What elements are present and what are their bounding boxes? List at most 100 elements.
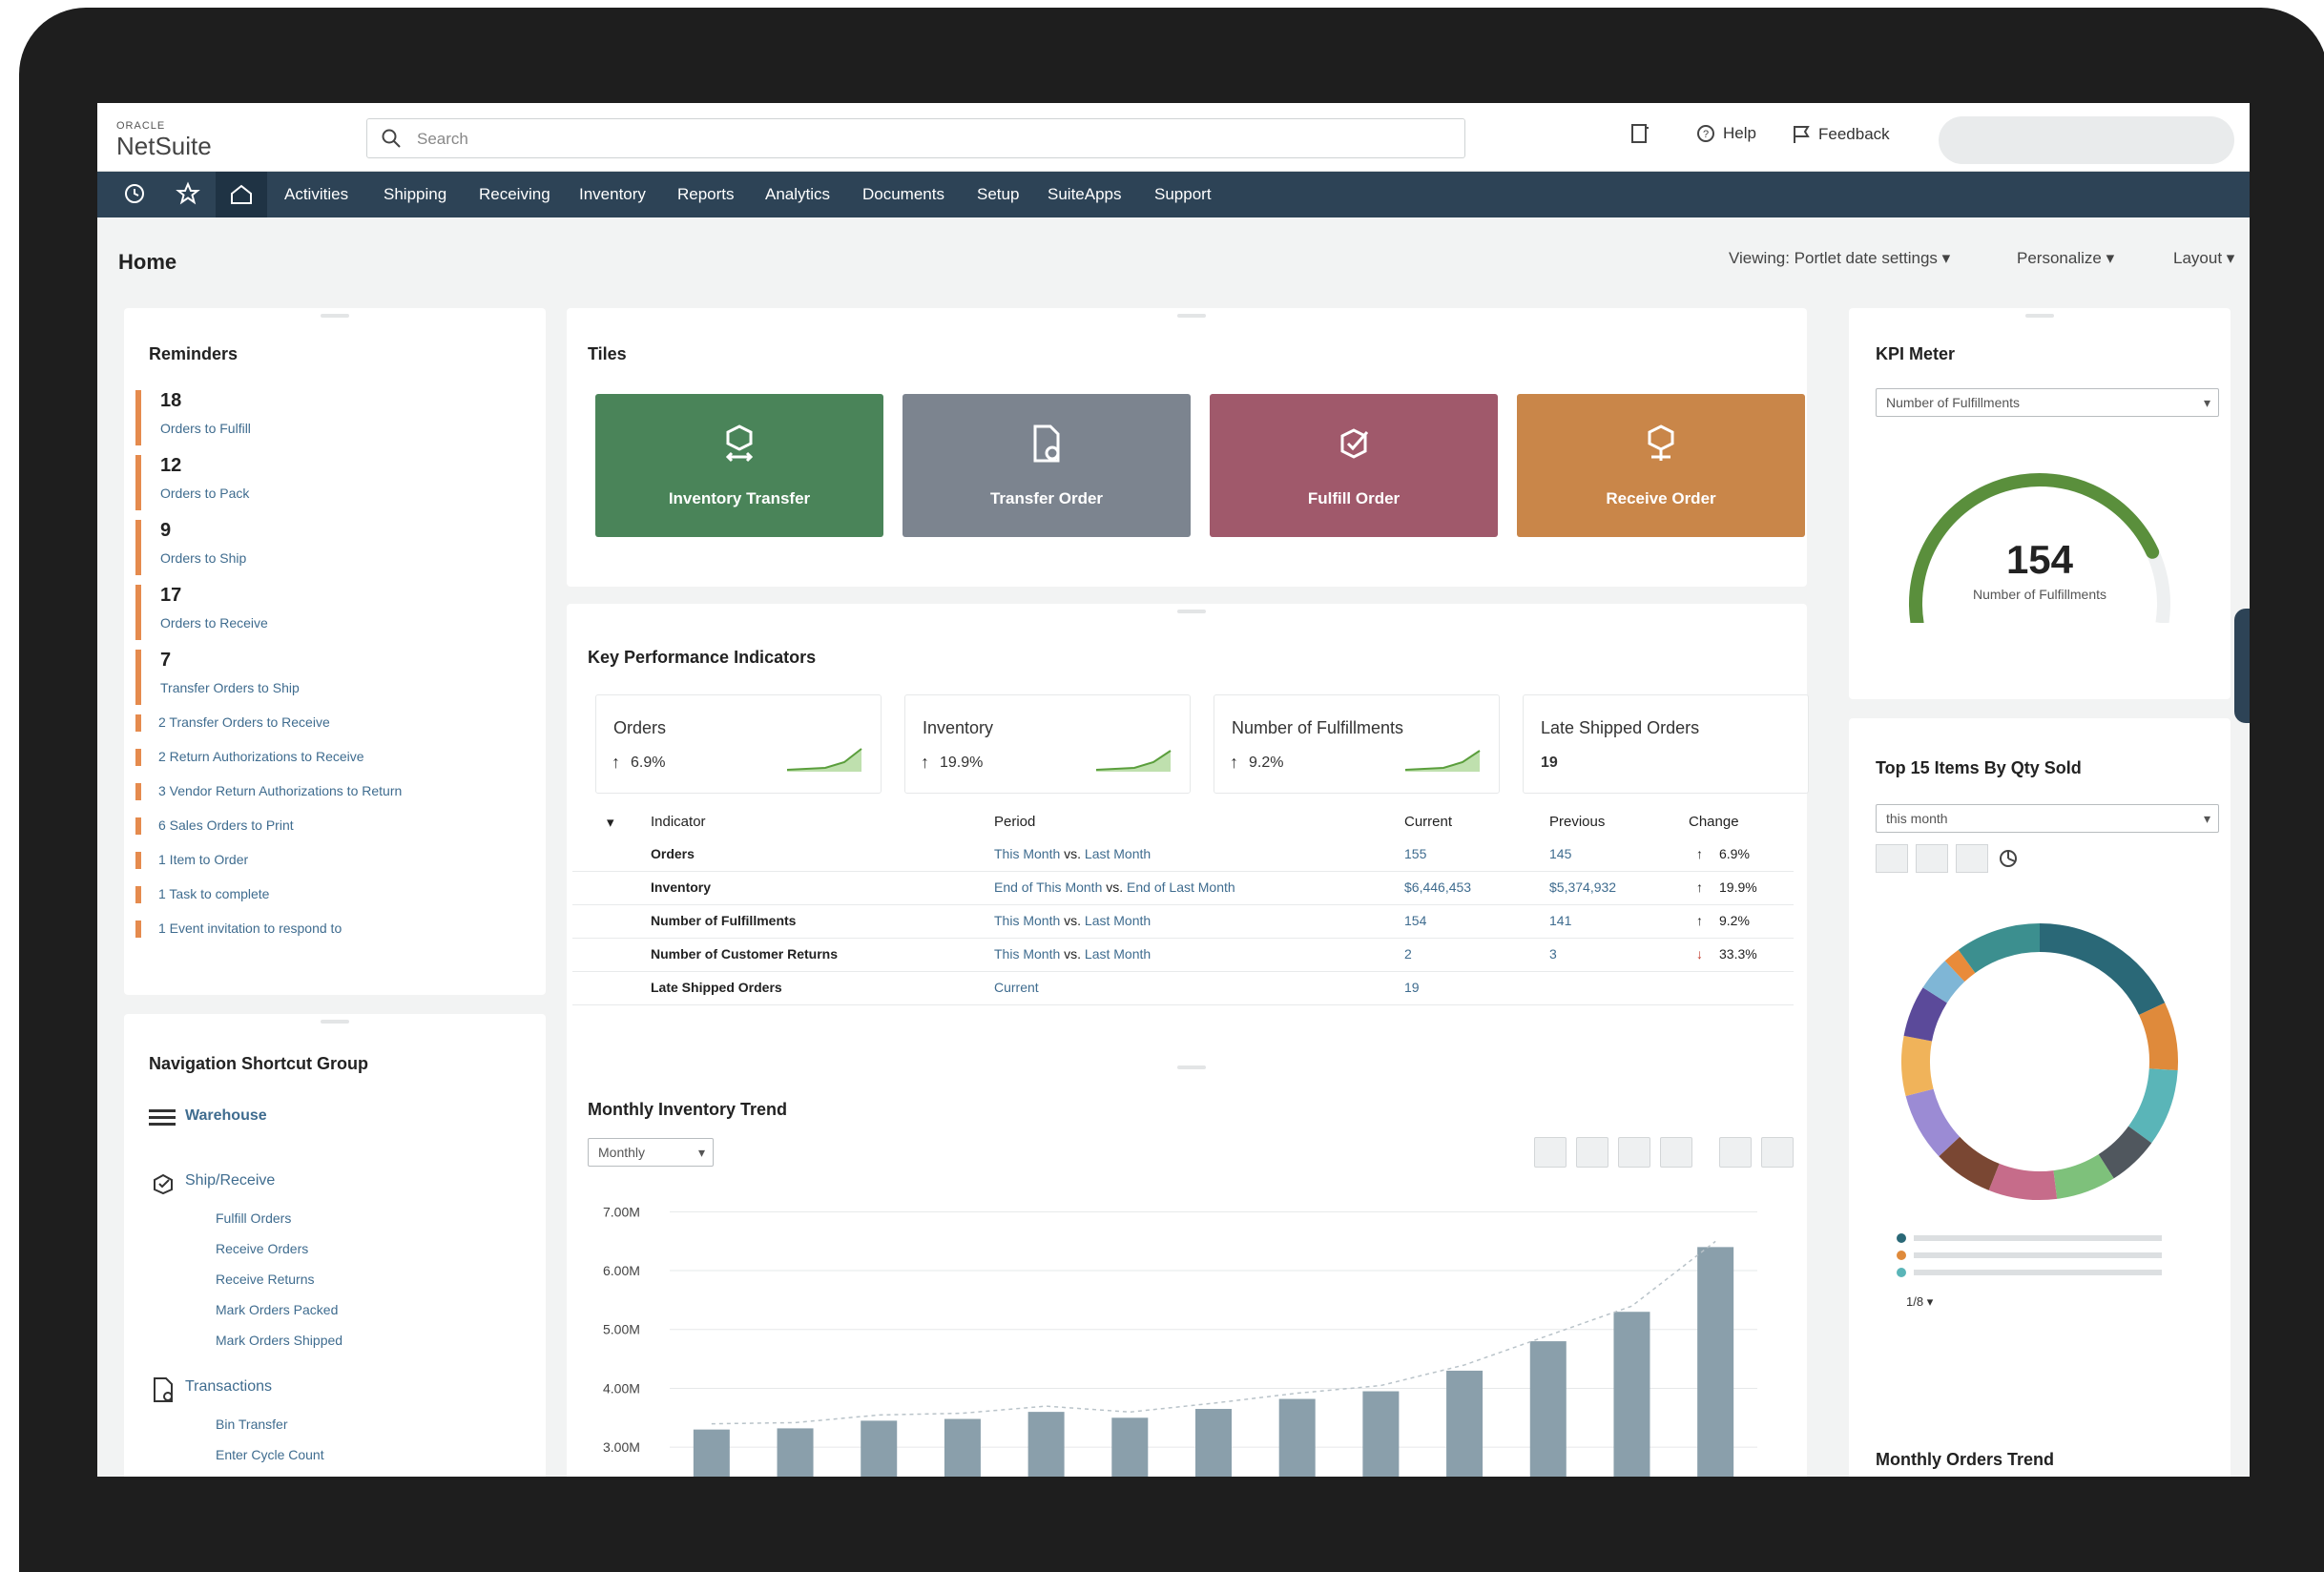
trend-bar[interactable] xyxy=(693,1429,730,1477)
reminder-link[interactable]: 1 Item to Order xyxy=(158,852,248,867)
donut-slice[interactable] xyxy=(1922,961,1965,1003)
period-link[interactable]: This Month xyxy=(994,846,1060,861)
trend-bar[interactable] xyxy=(861,1420,898,1477)
drag-handle[interactable] xyxy=(1177,314,1206,318)
user-menu[interactable] xyxy=(1939,116,2234,164)
chart-type-stacked-button[interactable] xyxy=(1618,1137,1650,1168)
donut-slice[interactable] xyxy=(1905,1088,1961,1157)
warehouse-link[interactable]: Warehouse xyxy=(185,1107,267,1125)
kpi-row-current[interactable]: $6,446,453 xyxy=(1404,879,1471,895)
kpi-row-previous[interactable]: 141 xyxy=(1549,913,1571,928)
nav-setup[interactable]: Setup xyxy=(977,185,1019,204)
nav-shipping[interactable]: Shipping xyxy=(384,185,446,204)
trend-bar[interactable] xyxy=(1529,1341,1567,1477)
nav-suiteapps[interactable]: SuiteApps xyxy=(1048,185,1122,204)
period-link[interactable]: Current xyxy=(994,980,1039,995)
home-tab[interactable] xyxy=(216,172,267,217)
reminder-link[interactable]: 1 Event invitation to respond to xyxy=(158,920,342,936)
kpi-row-current[interactable]: 154 xyxy=(1404,913,1426,928)
viewing-settings-dropdown[interactable]: Viewing: Portlet date settings ▾ xyxy=(1729,249,1950,268)
kpi-row-previous[interactable]: 145 xyxy=(1549,846,1571,861)
favorites-star-icon[interactable] xyxy=(176,181,200,211)
trend-bar[interactable] xyxy=(944,1418,981,1477)
trend-bar[interactable] xyxy=(1195,1409,1232,1477)
reminder-link[interactable]: 1 Task to complete xyxy=(158,886,269,901)
kpi-card-orders[interactable]: Orders ↑ 6.9% xyxy=(595,694,882,794)
trend-bar[interactable] xyxy=(1362,1391,1400,1477)
kpi-row-current[interactable]: 155 xyxy=(1404,846,1426,861)
chart-type-line-button[interactable] xyxy=(1719,1137,1752,1168)
donut-slice[interactable] xyxy=(2098,1126,2152,1179)
trend-bar[interactable] xyxy=(1111,1417,1149,1477)
donut-slice[interactable] xyxy=(1939,1136,2001,1190)
trend-bar[interactable] xyxy=(1697,1247,1734,1477)
tile-inventory-transfer[interactable]: Inventory Transfer xyxy=(595,394,883,537)
chart-type-hbar-button[interactable] xyxy=(1576,1137,1608,1168)
chart-type-stacked-button[interactable] xyxy=(1916,844,1948,873)
nav-documents[interactable]: Documents xyxy=(862,185,944,204)
legend-pager[interactable]: 1/8 ▾ xyxy=(1906,1294,1933,1310)
global-search-input[interactable]: Search xyxy=(366,118,1465,158)
reminder-link[interactable]: Transfer Orders to Ship xyxy=(160,680,300,695)
period-link[interactable]: This Month xyxy=(994,913,1060,928)
shortcut-link[interactable]: Mark Orders Packed xyxy=(216,1302,338,1317)
trend-bar[interactable] xyxy=(1446,1370,1484,1477)
feedback-link[interactable]: Feedback xyxy=(1792,124,1890,145)
period-link[interactable]: Last Month xyxy=(1085,913,1151,928)
donut-slice[interactable] xyxy=(1901,1035,1934,1097)
drag-handle[interactable] xyxy=(321,1020,349,1024)
period-link[interactable]: Last Month xyxy=(1085,846,1151,861)
nav-reports[interactable]: Reports xyxy=(677,185,735,204)
tile-fulfill-order[interactable]: Fulfill Order xyxy=(1210,394,1498,537)
kpi-row-previous[interactable]: $5,374,932 xyxy=(1549,879,1616,895)
trend-bar[interactable] xyxy=(1278,1398,1316,1477)
nav-support[interactable]: Support xyxy=(1154,185,1212,204)
nav-receiving[interactable]: Receiving xyxy=(479,185,550,204)
recent-records-icon[interactable] xyxy=(1629,122,1650,150)
tile-receive-order[interactable]: Receive Order xyxy=(1517,394,1805,537)
drag-handle[interactable] xyxy=(321,314,349,318)
donut-slice[interactable] xyxy=(1903,987,1948,1042)
shortcut-link[interactable]: Mark Orders Shipped xyxy=(216,1333,342,1348)
shortcut-link[interactable]: Fulfill Orders xyxy=(216,1210,291,1226)
donut-slice[interactable] xyxy=(2052,1153,2114,1199)
tile-transfer-order[interactable]: Transfer Order xyxy=(903,394,1191,537)
layout-dropdown[interactable]: Layout ▾ xyxy=(2173,249,2234,268)
period-link[interactable]: This Month xyxy=(994,946,1060,962)
reminder-link[interactable]: 3 Vendor Return Authorizations to Return xyxy=(158,783,402,798)
collapse-caret-icon[interactable]: ▾ xyxy=(607,814,614,831)
reminder-link[interactable]: Orders to Fulfill xyxy=(160,421,251,436)
legend-item[interactable] xyxy=(1897,1251,2162,1260)
trend-bar[interactable] xyxy=(1027,1412,1065,1477)
kpi-card-late-shipped[interactable]: Late Shipped Orders 19 xyxy=(1523,694,1809,794)
personalize-dropdown[interactable]: Personalize ▾ xyxy=(2017,249,2114,268)
chart-type-table-button[interactable] xyxy=(1534,1137,1567,1168)
drag-handle[interactable] xyxy=(1177,1065,1206,1069)
period-link[interactable]: Last Month xyxy=(1085,946,1151,962)
drag-handle[interactable] xyxy=(2025,314,2054,318)
chart-type-area-button[interactable] xyxy=(1761,1137,1794,1168)
trend-bar[interactable] xyxy=(777,1428,814,1477)
reminder-link[interactable]: 2 Return Authorizations to Receive xyxy=(158,749,364,764)
kpi-row-current[interactable]: 2 xyxy=(1404,946,1412,962)
period-link[interactable]: End of This Month xyxy=(994,879,1102,895)
chart-type-hbar-button[interactable] xyxy=(1876,844,1908,873)
shortcut-link[interactable]: Receive Returns xyxy=(216,1272,315,1287)
legend-item[interactable] xyxy=(1897,1268,2162,1277)
reminder-link[interactable]: Orders to Pack xyxy=(160,486,249,501)
help-link[interactable]: ? Help xyxy=(1696,124,1756,143)
nav-inventory[interactable]: Inventory xyxy=(579,185,646,204)
chart-type-column-button[interactable] xyxy=(1660,1137,1692,1168)
transactions-link[interactable]: Transactions xyxy=(185,1378,272,1396)
kpi-meter-select[interactable]: Number of Fulfillments ▾ xyxy=(1876,388,2219,417)
kpi-row-previous[interactable]: 3 xyxy=(1549,946,1557,962)
reminder-link[interactable]: 2 Transfer Orders to Receive xyxy=(158,714,330,730)
reminder-link[interactable]: Orders to Receive xyxy=(160,615,268,631)
reminder-link[interactable]: Orders to Ship xyxy=(160,550,246,566)
nav-analytics[interactable]: Analytics xyxy=(765,185,830,204)
kpi-card-inventory[interactable]: Inventory ↑ 19.9% xyxy=(904,694,1191,794)
ship-receive-link[interactable]: Ship/Receive xyxy=(185,1172,275,1189)
donut-slice[interactable] xyxy=(2138,1003,2178,1071)
reminder-link[interactable]: 6 Sales Orders to Print xyxy=(158,817,294,833)
pie-chart-icon[interactable] xyxy=(1998,848,2019,874)
